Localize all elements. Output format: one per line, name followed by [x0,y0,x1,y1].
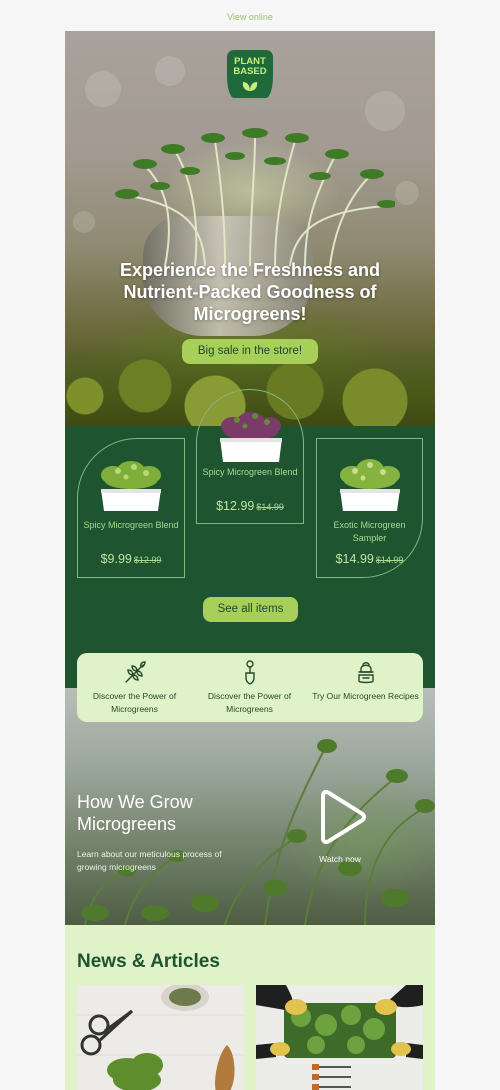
feature-item[interactable]: Try Our Microgreen Recipes [308,653,423,722]
product-name: Spicy Microgreen Blend [83,520,179,530]
play-icon[interactable] [315,790,367,844]
video-description: Learn about our meticulous process of gr… [77,849,222,872]
news-title: News & Articles [77,951,220,972]
product-price: $12.99 $14.99 [197,499,303,513]
email-container: PLANT BASED Experience the Freshness and… [65,31,435,1090]
logo-text-2: BASED [233,66,267,77]
hero-section: PLANT BASED Experience the Freshness and… [65,31,435,426]
chef-icon [358,662,374,684]
plant-based-logo[interactable]: PLANT BASED [227,50,273,98]
article-card[interactable] [77,985,244,1090]
microgreens-image [115,128,395,266]
product-card[interactable]: Exotic Microgreen Sampler $14.99 $14.99 [316,438,423,578]
article-image [256,985,423,1090]
old-price: $14.99 [256,502,284,512]
view-online-link[interactable]: View online [0,12,500,22]
current-price: $14.99 [335,552,374,566]
product-card[interactable]: Spicy Microgreen Blend $9.99 $12.99 [77,438,185,578]
bokeh [73,211,95,233]
feature-label: Try Our Microgreen Recipes [312,691,419,701]
product-image [220,412,282,462]
feature-item[interactable]: Discover the Power of Microgreens [192,653,307,722]
wheat-icon [125,661,146,683]
product-image [340,459,400,511]
news-section: News & Articles [65,925,435,1090]
current-price: $12.99 [216,499,255,513]
product-name: Exotic Microgreen Sampler [333,520,406,543]
old-price: $12.99 [133,555,162,565]
product-price: $9.99 $12.99 [78,552,184,566]
big-sale-button[interactable]: Big sale in the store! [182,339,318,364]
trowel-icon [245,660,255,685]
old-price: $14.99 [375,555,404,565]
leaf-icon [242,82,258,91]
see-all-items-button[interactable]: See all items [203,597,298,622]
bokeh [155,56,185,86]
product-name: Spicy Microgreen Blend [202,467,298,477]
hero-title: Experience the Freshness and Nutrient-Pa… [119,260,381,324]
article-card[interactable] [256,985,423,1090]
product-price: $14.99 $14.99 [317,552,422,566]
feature-item[interactable]: Discover the Power of Microgreens [77,653,192,722]
bokeh [85,71,121,107]
video-title: How We Grow Microgreens [77,792,193,834]
article-image [77,985,244,1090]
current-price: $9.99 [100,552,132,566]
watch-now-link[interactable]: Watch now [306,854,374,864]
feature-label: Discover the Power of Microgreens [92,691,177,714]
features-bar: Discover the Power of Microgreens Discov… [77,653,423,722]
product-image [101,461,161,511]
product-card[interactable]: Spicy Microgreen Blend $12.99 $14.99 [196,389,304,524]
feature-label: Discover the Power of Microgreens [207,691,292,714]
video-section[interactable]: How We Grow Microgreens Learn about our … [65,688,435,925]
bokeh [395,181,419,205]
